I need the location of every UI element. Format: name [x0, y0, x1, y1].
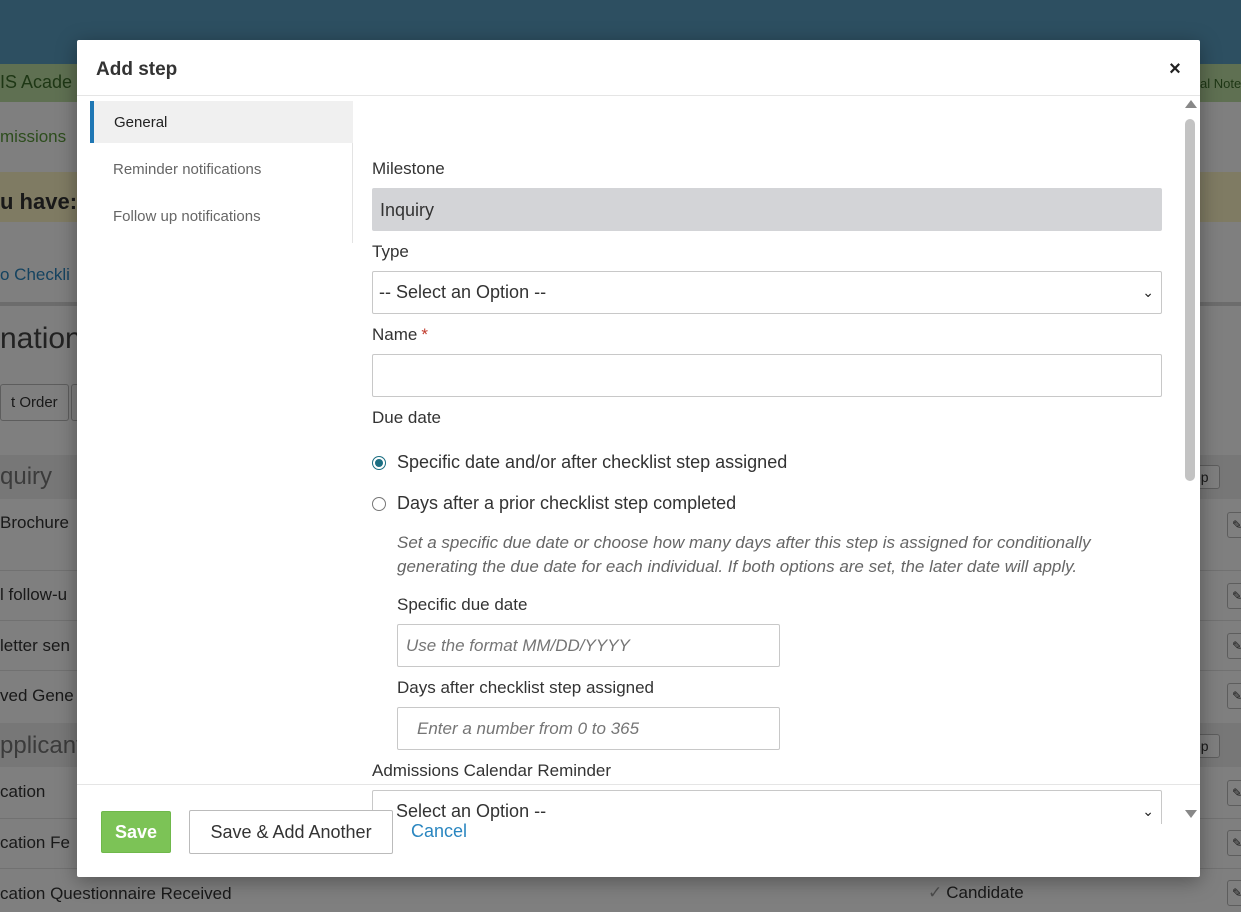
cancel-link[interactable]: Cancel: [411, 821, 467, 842]
tab-follow-up-notifications[interactable]: Follow up notifications: [90, 195, 353, 237]
scroll-thumb[interactable]: [1185, 119, 1195, 481]
name-input[interactable]: [372, 354, 1162, 397]
add-step-dialog: Add step × General Reminder notification…: [77, 40, 1200, 877]
tab-general[interactable]: General: [90, 101, 353, 143]
milestone-field: Inquiry: [372, 188, 1162, 231]
required-marker: *: [421, 325, 428, 344]
dialog-footer: Save Save & Add Another Cancel: [77, 784, 1200, 877]
dialog-title: Add step: [96, 59, 178, 80]
type-select-value: -- Select an Option --: [379, 282, 547, 302]
due-date-option-prior-step[interactable]: Days after a prior checklist step comple…: [372, 493, 736, 514]
type-label: Type: [372, 242, 409, 261]
type-select[interactable]: -- Select an Option -- ⌄: [372, 271, 1162, 314]
due-date-option-label: Days after a prior checklist step comple…: [397, 493, 737, 513]
due-date-help-text: Set a specific due date or choose how ma…: [397, 533, 1091, 576]
calendar-reminder-label: Admissions Calendar Reminder: [372, 761, 612, 780]
dialog-tabs: General Reminder notifications Follow up…: [90, 101, 353, 243]
milestone-label: Milestone: [372, 159, 445, 178]
days-after-input[interactable]: [397, 707, 780, 750]
name-label: Name *: [372, 325, 428, 345]
dialog-header: Add step ×: [77, 40, 1200, 96]
due-date-option-specific[interactable]: Specific date and/or after checklist ste…: [372, 452, 787, 473]
chevron-down-icon: ⌄: [1142, 284, 1154, 300]
due-date-label: Due date: [372, 408, 441, 427]
days-after-label: Days after checklist step assigned: [397, 678, 655, 697]
scroll-up-icon[interactable]: [1185, 100, 1197, 108]
specific-due-date-input[interactable]: [397, 624, 780, 667]
tab-reminder-notifications[interactable]: Reminder notifications: [90, 148, 353, 190]
due-date-option-label: Specific date and/or after checklist ste…: [397, 452, 788, 472]
general-form: Milestone Inquiry Type -- Select an Opti…: [352, 97, 1184, 824]
save-button[interactable]: Save: [101, 811, 171, 853]
radio-checked-icon[interactable]: [372, 455, 386, 470]
name-label-text: Name: [372, 325, 418, 344]
form-scrollbar[interactable]: [1182, 97, 1198, 824]
specific-due-date-label: Specific due date: [397, 595, 528, 614]
save-and-add-another-button[interactable]: Save & Add Another: [189, 810, 393, 854]
close-icon[interactable]: ×: [1165, 59, 1185, 79]
radio-unchecked-icon[interactable]: [372, 496, 386, 511]
